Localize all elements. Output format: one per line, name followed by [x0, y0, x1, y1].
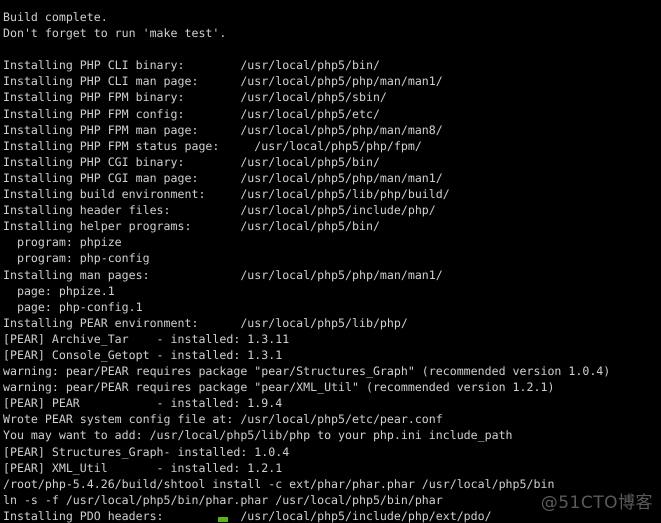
terminal-line: warning: pear/PEAR requires package "pea… — [3, 364, 611, 379]
terminal-line: /root/php-5.4.26/build/shtool install -c… — [3, 476, 555, 491]
terminal-line: Wrote PEAR system config file at: /usr/l… — [3, 412, 443, 427]
terminal-line: Installing man pages: /usr/local/php5/ph… — [3, 267, 443, 282]
terminal-line: Installing PDO headers: /usr/local/php5/… — [3, 508, 492, 523]
terminal-line: program: php-config — [3, 251, 150, 266]
terminal-cursor — [218, 517, 228, 522]
terminal-line: Installing PHP FPM status page: /usr/loc… — [3, 138, 422, 153]
terminal-line: Installing PEAR environment: /usr/local/… — [3, 315, 408, 330]
terminal-line: Don't forget to run 'make test'. — [3, 26, 227, 41]
terminal-line: [PEAR] Structures_Graph- installed: 1.0.… — [3, 444, 290, 459]
terminal-line: [PEAR] Archive_Tar - installed: 1.3.11 — [3, 331, 290, 346]
terminal-line: Installing PHP FPM man page: /usr/local/… — [3, 122, 443, 137]
terminal-line: [PEAR] XML_Util - installed: 1.2.1 — [3, 460, 283, 475]
terminal-line: warning: pear/PEAR requires package "pea… — [3, 380, 555, 395]
terminal-line: program: phpize — [3, 235, 122, 250]
terminal-line: Installing PHP CGI man page: /usr/local/… — [3, 170, 443, 185]
terminal-line: You may want to add: /usr/local/php5/lib… — [3, 428, 513, 443]
terminal-line: Installing header files: /usr/local/php5… — [3, 203, 436, 218]
terminal-line: page: phpize.1 — [3, 283, 115, 298]
terminal-line: [PEAR] PEAR - installed: 1.9.4 — [3, 396, 283, 411]
terminal-line: [PEAR] Console_Getopt - installed: 1.3.1 — [3, 347, 283, 362]
terminal-line: Installing PHP CGI binary: /usr/local/ph… — [3, 154, 380, 169]
terminal-line: Installing PHP FPM config: /usr/local/ph… — [3, 106, 380, 121]
terminal-line: Installing PHP CLI man page: /usr/local/… — [3, 74, 443, 89]
terminal-output: Build complete. Don't forget to run 'make… — [3, 9, 661, 523]
terminal-line: Installing PHP FPM binary: /usr/local/ph… — [3, 90, 387, 105]
terminal-window[interactable]: Build complete. Don't forget to run 'make… — [0, 0, 661, 523]
terminal-line: Installing helper programs: /usr/local/p… — [3, 219, 380, 234]
terminal-line: Installing build environment: /usr/local… — [3, 187, 450, 202]
terminal-line: Build complete. — [3, 10, 108, 24]
terminal-line: ln -s -f /usr/local/php5/bin/phar.phar /… — [3, 492, 443, 507]
terminal-line: page: php-config.1 — [3, 299, 143, 314]
terminal-line: Installing PHP CLI binary: /usr/local/ph… — [3, 58, 380, 73]
